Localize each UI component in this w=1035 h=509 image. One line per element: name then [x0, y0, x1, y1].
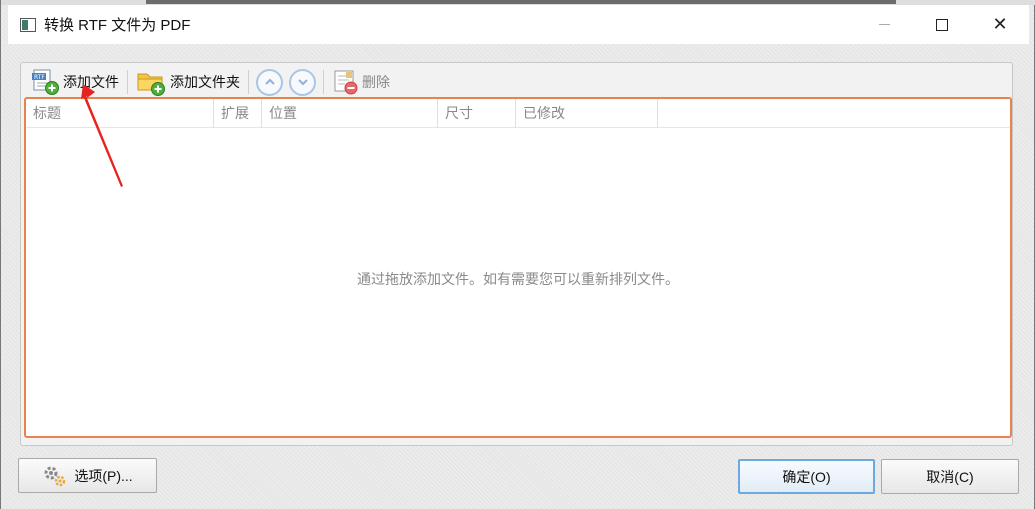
folder-add-icon: [137, 73, 165, 96]
add-file-button[interactable]: RTF 添加文件: [27, 67, 123, 97]
delete-button[interactable]: 删除: [328, 67, 394, 97]
maximize-icon: [936, 18, 948, 31]
add-folder-button[interactable]: 添加文件夹: [132, 67, 244, 97]
app-icon: [20, 17, 36, 32]
close-icon: ✕: [992, 14, 1008, 34]
delete-label: 删除: [362, 74, 390, 90]
options-label: 选项(P)...: [74, 467, 133, 484]
column-header-extension[interactable]: 扩展: [214, 99, 262, 128]
move-up-icon: [264, 78, 275, 85]
add-file-label: 添加文件: [63, 74, 119, 90]
window-controls: ✕: [855, 5, 1029, 44]
cancel-label: 取消(C): [926, 468, 974, 485]
ok-button[interactable]: 确定(O): [738, 459, 875, 494]
file-panel: RTF 添加文件 添加文件夹 删除 标题 扩展 位置 尺寸 已修改 通过拖放添加…: [20, 62, 1013, 446]
options-button[interactable]: 选项(P)...: [18, 458, 157, 493]
column-header-title[interactable]: 标题: [26, 99, 214, 128]
column-header-modified[interactable]: 已修改: [516, 99, 658, 128]
minimize-button[interactable]: [855, 5, 913, 44]
empty-list-message: 通过拖放添加文件。如有需要您可以重新排列文件。: [357, 271, 679, 287]
column-header-location[interactable]: 位置: [262, 99, 438, 128]
ok-label: 确定(O): [782, 468, 831, 485]
minimize-icon: [878, 24, 890, 25]
svg-text:RTF: RTF: [34, 74, 45, 81]
list-header: 标题 扩展 位置 尺寸 已修改: [26, 99, 1010, 128]
toolbar: RTF 添加文件 添加文件夹 删除: [27, 66, 394, 98]
title-bar[interactable]: 转换 RTF 文件为 PDF ✕: [8, 5, 1029, 44]
rtf-file-add-icon: RTF: [32, 69, 59, 95]
move-down-button[interactable]: [289, 68, 316, 96]
column-header-size[interactable]: 尺寸: [438, 99, 516, 128]
move-down-icon: [297, 79, 308, 86]
gear-icon: [44, 466, 66, 486]
close-button[interactable]: ✕: [971, 5, 1029, 44]
window-title: 转换 RTF 文件为 PDF: [44, 17, 191, 34]
toolbar-separator: [323, 70, 324, 94]
move-up-button[interactable]: [256, 68, 283, 96]
delete-list-icon: [334, 70, 358, 95]
maximize-button[interactable]: [913, 5, 971, 44]
cancel-button[interactable]: 取消(C): [881, 459, 1019, 494]
add-folder-label: 添加文件夹: [170, 74, 240, 90]
file-list[interactable]: 标题 扩展 位置 尺寸 已修改 通过拖放添加文件。如有需要您可以重新排列文件。: [24, 97, 1012, 438]
toolbar-separator: [248, 70, 249, 94]
toolbar-separator: [127, 70, 128, 94]
dialog-window: 转换 RTF 文件为 PDF ✕ RTF 添加文件 添加文件夹 删除 标题 扩展…: [0, 0, 1035, 509]
